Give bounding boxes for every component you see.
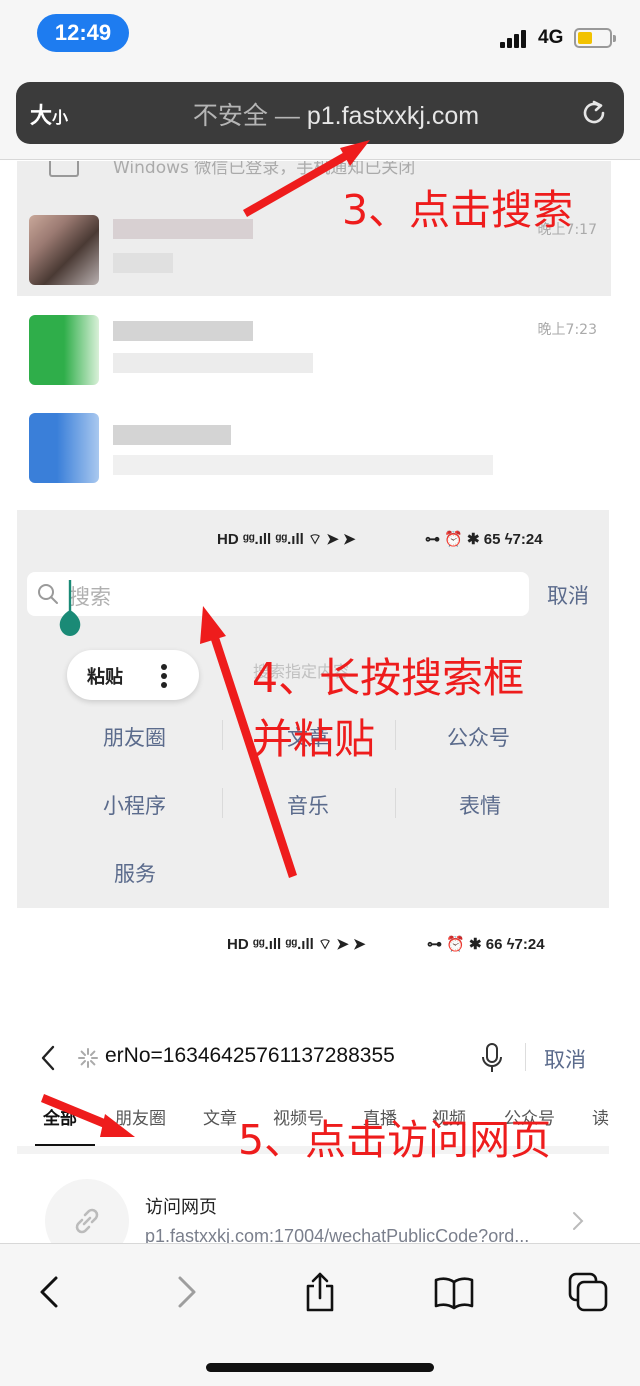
category-services[interactable]: 服务 [114, 858, 156, 888]
mini-status-right: ⊶ ⏰ ✱ 65 ϟ7:24 [425, 531, 543, 548]
bookmarks-icon[interactable] [434, 1272, 474, 1312]
divider [395, 788, 396, 818]
network-type: 4G [538, 27, 564, 48]
search-query-input[interactable]: erNo=1634642576113728​8355 [105, 1044, 395, 1068]
microphone-icon[interactable] [481, 1043, 503, 1073]
blurred-name [113, 425, 231, 445]
safari-address-area: 大小 不安全 — p1.fastxxkj.com [0, 72, 640, 160]
divider [222, 720, 223, 750]
avatar [29, 315, 99, 385]
text-size-button[interactable]: 大小 [30, 98, 68, 130]
avatar [29, 413, 99, 483]
annotation-step5: 5、点击访问网页 [238, 1116, 552, 1164]
ios-status-bar: 12:49 4G [0, 0, 640, 72]
category-moments[interactable]: 朋友圈 [103, 722, 166, 752]
annotation-step3: 3、点击搜索 [342, 186, 574, 234]
mini-status-right: ⊶ ⏰ ✱ 66 ϟ7:24 [427, 936, 545, 953]
paste-context-menu: 粘贴 [67, 650, 199, 700]
url-display[interactable]: 不安全 — p1.fastxxkj.com [156, 96, 516, 132]
link-icon [45, 1179, 129, 1243]
loading-spinner-icon [78, 1048, 98, 1068]
text-size-label-small: 小 [52, 108, 69, 127]
back-arrow-icon[interactable] [39, 1045, 57, 1071]
chat-row: 晚上7:23 [17, 301, 611, 401]
text-cursor-handle-icon[interactable] [57, 580, 83, 638]
results-cancel-button[interactable]: 取消 [544, 1044, 586, 1074]
address-bar[interactable]: 大小 不安全 — p1.fastxxkj.com [16, 82, 624, 144]
blurred-name [113, 219, 253, 239]
blurred-message [113, 353, 313, 373]
url-text: p1.fastxxkj.com [306, 102, 480, 130]
security-warning: 不安全 — [192, 102, 300, 130]
tab-more[interactable]: 读 [592, 1104, 609, 1129]
annotation-step4-line2: 并粘贴 [252, 715, 375, 763]
home-indicator[interactable] [206, 1363, 434, 1372]
share-icon[interactable] [300, 1272, 340, 1312]
avatar [29, 215, 99, 285]
status-time: 12:49 [37, 14, 129, 52]
chevron-right-icon [573, 1212, 584, 1230]
mini-status-left: HD ᵍᵍ.ıll ᵍᵍ.ıll ⌔ ➤ ➤ [227, 936, 366, 953]
visit-webpage-url[interactable]: p1.fastxxkj.com:17004/wechatPublicCode?o… [145, 1226, 529, 1243]
reload-icon[interactable] [578, 97, 610, 129]
divider [222, 788, 223, 818]
tab-moments[interactable]: 朋友圈 [115, 1104, 166, 1129]
tab-all[interactable]: 全部 [43, 1104, 77, 1129]
blurred-message [113, 455, 493, 475]
wechat-results-screenshot: HD ᵍᵍ.ıll ᵍᵍ.ıll ⌔ ➤ ➤ ⊶ ⏰ ✱ 66 ϟ7:24 er… [17, 921, 609, 1243]
blurred-name [113, 321, 253, 341]
back-icon[interactable] [30, 1272, 70, 1312]
category-official-accounts[interactable]: 公众号 [447, 722, 510, 752]
more-options-icon[interactable] [161, 664, 167, 688]
divider [525, 1043, 526, 1071]
forward-icon[interactable] [166, 1272, 206, 1312]
text-size-label: 大 [30, 104, 53, 129]
battery-icon [574, 28, 616, 48]
category-mini-programs[interactable]: 小程序 [103, 790, 166, 820]
cellular-signal-icon [500, 30, 532, 48]
paste-button[interactable]: 粘贴 [87, 663, 123, 689]
safari-toolbar [0, 1243, 640, 1386]
chat-row [17, 401, 611, 501]
tabs-icon[interactable] [568, 1272, 608, 1312]
divider [395, 720, 396, 750]
category-music[interactable]: 音乐 [287, 790, 329, 820]
annotation-step4-line1: 4、长按搜索框 [252, 654, 525, 702]
tab-articles[interactable]: 文章 [203, 1104, 237, 1129]
mini-status-left: HD ᵍᵍ.ıll ᵍᵍ.ıll ⌔ ➤ ➤ [217, 531, 356, 548]
monitor-icon [49, 161, 79, 177]
search-cancel-button[interactable]: 取消 [547, 580, 589, 610]
search-icon [38, 584, 58, 604]
visit-webpage-title[interactable]: 访问网页 [145, 1193, 217, 1219]
blurred-message [113, 253, 173, 273]
search-input[interactable]: 搜索 [27, 572, 529, 616]
chat-time: 晚上7:23 [537, 322, 597, 338]
category-stickers[interactable]: 表情 [459, 790, 501, 820]
